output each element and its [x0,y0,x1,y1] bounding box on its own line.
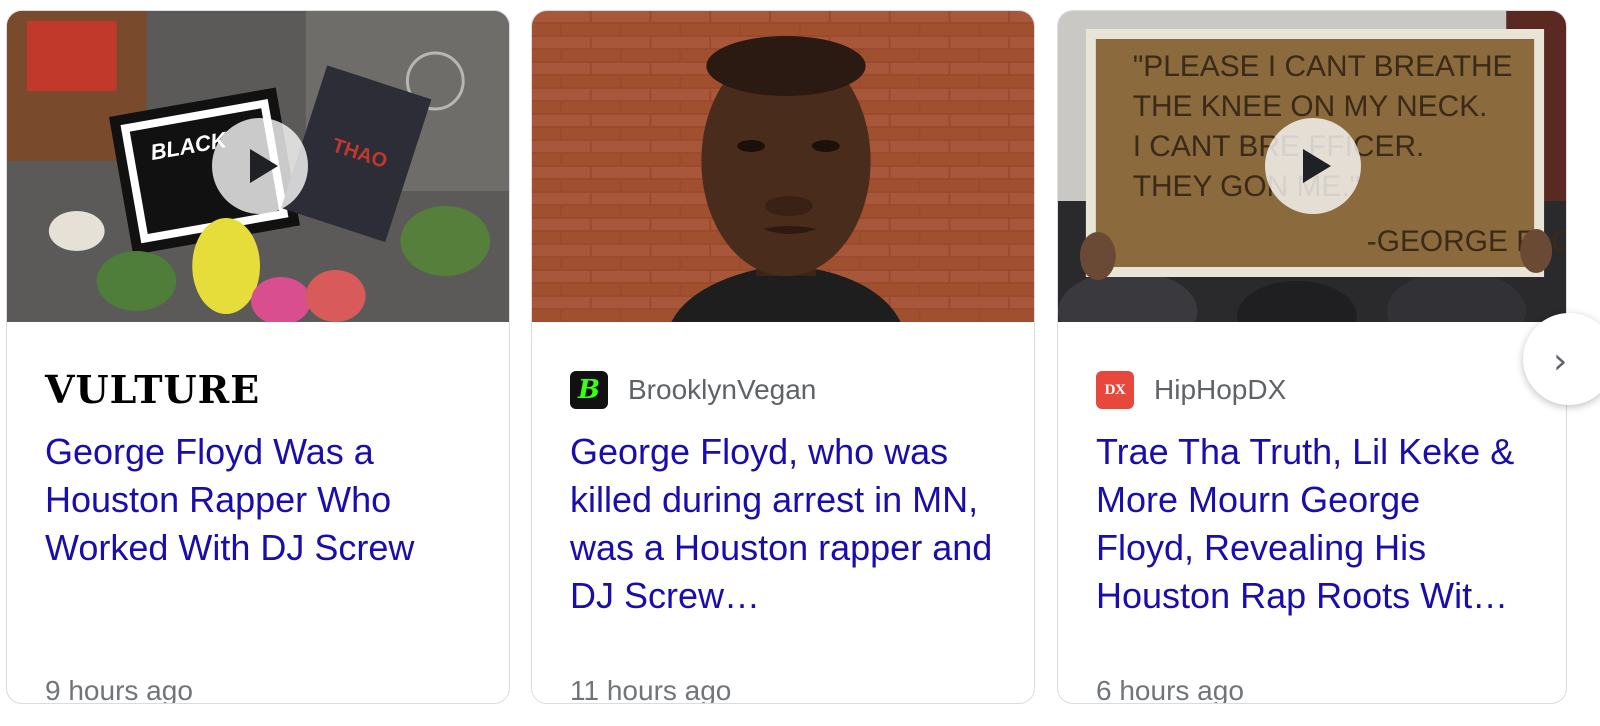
timestamp: 6 hours ago [1096,675,1244,704]
news-thumbnail[interactable] [532,11,1034,322]
news-card[interactable]: "PLEASE I CANT BREATHE THE KNEE ON MY NE… [1057,10,1567,704]
chevron-right-icon: › [1553,341,1568,382]
play-icon [250,149,278,183]
sign-text: "PLEASE I CANT BREATHE [1133,50,1513,83]
headline-link[interactable]: George Floyd, who was killed during arre… [570,428,996,620]
headline-link[interactable]: Trae Tha Truth, Lil Keke & More Mourn Ge… [1096,428,1528,620]
news-thumbnail[interactable]: "PLEASE I CANT BREATHE THE KNEE ON MY NE… [1058,11,1566,322]
news-thumbnail[interactable]: BLACK THAO [7,11,509,322]
play-button[interactable] [212,118,308,214]
news-card[interactable]: BLACK THAO VULTURE George Floyd Was a Ho… [6,10,510,704]
timestamp: 11 hours ago [570,675,732,704]
source-row: VULTURE [45,370,471,410]
source-name: BrooklynVegan [628,374,817,405]
play-icon [1303,149,1331,183]
play-button[interactable] [1265,118,1361,214]
source-name: HipHopDX [1154,374,1287,405]
portrait-photo [532,11,1034,322]
news-carousel: BLACK THAO VULTURE George Floyd Was a Ho… [0,0,1600,726]
brooklynvegan-logo-icon: B [570,371,608,409]
source-logo: VULTURE [45,367,261,412]
source-row: DX HipHopDX [1096,370,1528,410]
source-row: B BrooklynVegan [570,370,996,410]
timestamp: 9 hours ago [45,675,193,704]
news-card[interactable]: B BrooklynVegan George Floyd, who was ki… [531,10,1035,704]
hiphopdx-logo-icon: DX [1096,371,1134,409]
headline-link[interactable]: George Floyd Was a Houston Rapper Who Wo… [45,428,471,620]
